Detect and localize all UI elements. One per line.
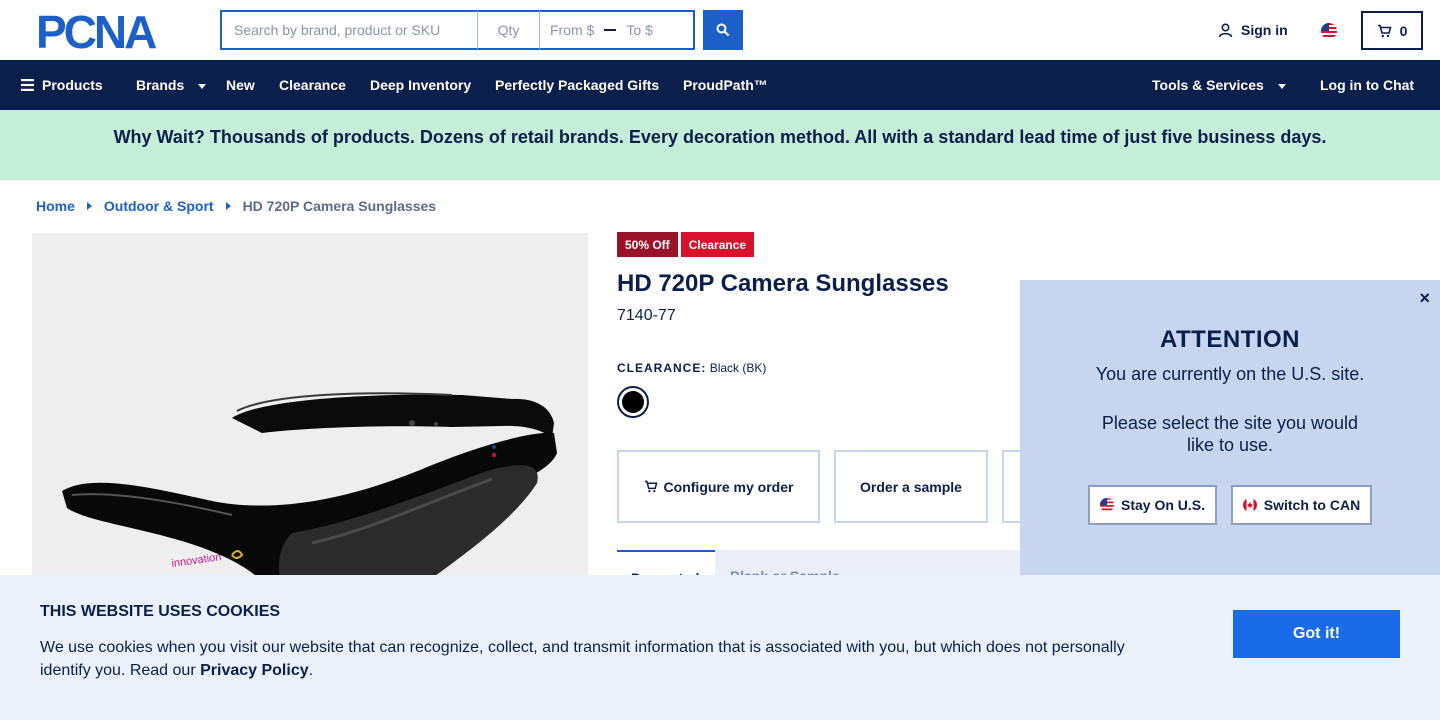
switch-can-label: Switch to CAN	[1263, 497, 1361, 513]
main-nav: Products Brands New Clearance Deep Inven…	[0, 60, 1440, 110]
sign-in-link[interactable]: Sign in	[1218, 22, 1288, 38]
cookie-banner: THIS WEBSITE USES COOKIES We use cookies…	[0, 575, 1440, 720]
cookie-text: We use cookies when you visit our websit…	[40, 636, 1160, 682]
canada-flag-icon	[1242, 498, 1257, 512]
price-range: From $ To $	[540, 10, 695, 50]
product-image[interactable]: innovation	[32, 233, 588, 593]
accept-cookies-button[interactable]: Got it!	[1233, 610, 1400, 658]
search-placeholder: Search by brand, product or SKU	[234, 22, 441, 38]
popup-current-site-text: You are currently on the U.S. site.	[1095, 364, 1365, 384]
promo-text: Why Wait? Thousands of products. Dozens …	[113, 127, 1327, 147]
top-header: PCNA Search by brand, product or SKU Qty…	[0, 0, 1440, 60]
stay-us-button[interactable]: Stay On U.S.	[1088, 485, 1217, 525]
price-from-input[interactable]: From $	[550, 22, 594, 38]
nav-clearance-label: Clearance	[279, 77, 346, 93]
user-icon	[1218, 22, 1233, 37]
qty-placeholder: Qty	[497, 22, 520, 38]
nav-tools-services[interactable]: Tools & Services	[1152, 77, 1286, 93]
order-sample-button[interactable]: Order a sample	[834, 450, 988, 523]
cart-icon	[644, 480, 658, 493]
promo-banner: Why Wait? Thousands of products. Dozens …	[0, 110, 1440, 180]
clearance-label: CLEARANCE:	[617, 361, 707, 375]
chevron-down-icon	[1277, 83, 1286, 89]
pcna-logo[interactable]: PCNA	[36, 11, 186, 51]
clearance-badge: Clearance	[680, 232, 755, 257]
color-swatch-black[interactable]	[617, 386, 649, 418]
cookie-title: THIS WEBSITE USES COOKIES	[40, 603, 281, 620]
cart-button[interactable]: 0	[1361, 11, 1423, 50]
svg-text:innovation: innovation	[171, 551, 222, 570]
breadcrumb-home[interactable]: Home	[36, 198, 75, 214]
configure-order-button[interactable]: Configure my order	[617, 450, 820, 523]
sunglasses-image: innovation	[62, 392, 557, 593]
configure-order-label: Configure my order	[663, 478, 794, 495]
stay-us-label: Stay On U.S.	[1120, 497, 1206, 513]
breadcrumb: Home Outdoor & Sport HD 720P Camera Sung…	[36, 198, 436, 214]
svg-text:PCNA: PCNA	[36, 11, 156, 51]
nav-gifts-label: Perfectly Packaged Gifts	[495, 77, 660, 93]
breadcrumb-current: HD 720P Camera Sunglasses	[242, 198, 437, 214]
privacy-policy-link[interactable]: Privacy Policy	[200, 662, 309, 679]
switch-can-button[interactable]: Switch to CAN	[1231, 485, 1372, 525]
nav-brands[interactable]: Brands	[136, 77, 207, 93]
product-badges: 50% Off Clearance	[617, 232, 755, 257]
price-to-input[interactable]: To $	[626, 22, 652, 38]
cart-count: 0	[1399, 22, 1408, 39]
cookie-period: .	[308, 662, 314, 679]
sign-in-label: Sign in	[1241, 22, 1288, 38]
nav-clearance[interactable]: Clearance	[279, 77, 346, 93]
product-sku: 7140-77	[617, 307, 676, 324]
us-flag-icon	[1099, 498, 1114, 512]
nav-products[interactable]: Products	[21, 77, 103, 93]
popup-instruction-text: Please select the site you would like to…	[1101, 413, 1359, 455]
popup-title: ATTENTION	[1159, 326, 1301, 353]
search-input[interactable]: Search by brand, product or SKU	[220, 10, 478, 50]
color-selection-label: CLEARANCE: Black (BK)	[617, 361, 766, 375]
breadcrumb-category[interactable]: Outdoor & Sport	[104, 198, 214, 214]
nav-chat-label: Log in to Chat	[1320, 77, 1415, 93]
nav-proudpath[interactable]: ProudPath™	[683, 77, 768, 93]
qty-input[interactable]: Qty	[478, 10, 540, 50]
search-button[interactable]	[703, 10, 743, 50]
product-title: HD 720P Camera Sunglasses	[617, 270, 949, 297]
selected-color: Black (BK)	[709, 361, 767, 375]
nav-proudpath-label: ProudPath™	[683, 77, 768, 93]
nav-tools-label: Tools & Services	[1152, 77, 1264, 93]
cart-icon	[1377, 24, 1392, 37]
nav-deep-inventory[interactable]: Deep Inventory	[370, 77, 471, 93]
nav-gifts[interactable]: Perfectly Packaged Gifts	[495, 77, 659, 93]
nav-new-label: New	[226, 77, 255, 93]
us-flag-icon[interactable]	[1321, 23, 1337, 39]
chevron-right-icon	[86, 202, 92, 210]
nav-deep-inventory-label: Deep Inventory	[370, 77, 472, 93]
order-sample-label: Order a sample	[860, 478, 962, 495]
nav-products-label: Products	[42, 77, 103, 93]
nav-new[interactable]: New	[226, 77, 255, 93]
range-dash	[604, 29, 617, 31]
chevron-down-icon	[198, 83, 207, 89]
nav-login-chat[interactable]: Log in to Chat	[1320, 77, 1414, 93]
chevron-right-icon	[225, 202, 231, 210]
site-selection-popup: × ATTENTION You are currently on the U.S…	[1020, 280, 1440, 580]
search-icon	[716, 23, 730, 37]
discount-badge: 50% Off	[617, 232, 678, 257]
close-icon[interactable]: ×	[1419, 288, 1430, 309]
nav-brands-label: Brands	[136, 77, 185, 93]
hamburger-icon	[21, 79, 34, 91]
swatch-fill	[622, 391, 644, 413]
